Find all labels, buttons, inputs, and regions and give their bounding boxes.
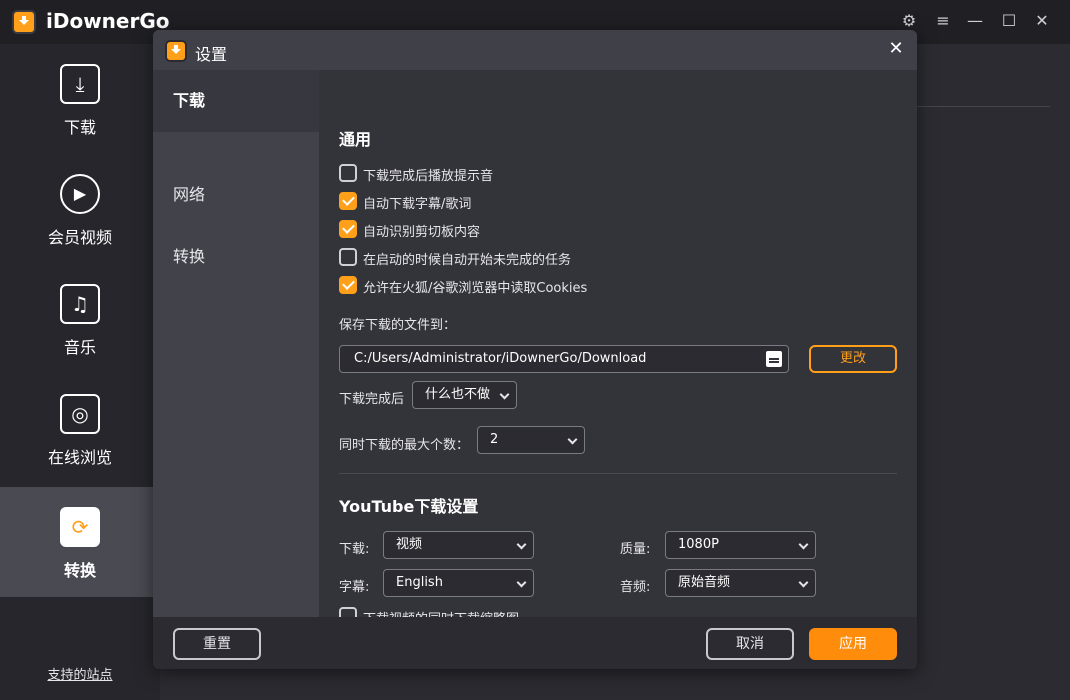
chevron-down-icon [798, 577, 809, 588]
folder-icon[interactable] [766, 351, 782, 367]
sidebar-item-label: 音乐 [63, 338, 96, 357]
chevron-down-icon [516, 577, 527, 588]
after-download-value: 什么也不做 [425, 387, 491, 402]
app-title: iDownerGo [46, 9, 170, 33]
supported-sites-link[interactable]: 支持的站点 [0, 664, 160, 683]
sidebar-item-label: 会员视频 [47, 228, 112, 247]
dialog-footer: 重置 取消 应用 [153, 617, 917, 669]
sidebar-item-convert[interactable]: ⟳ 转换 [0, 487, 160, 597]
section-divider [339, 473, 897, 474]
quality-label: 质量: [620, 542, 651, 557]
app-logo-icon [165, 40, 187, 62]
youtube-download-value: 视频 [396, 537, 423, 552]
gear-icon[interactable]: ⚙ [898, 10, 920, 32]
settings-tabs: 下载 网络 转换 [153, 70, 319, 617]
sidebar: ⤓ 下载 ▶ 会员视频 ♫ 音乐 ◎ 在线浏览 ⟳ 转换 支持的站点 [0, 44, 160, 700]
cancel-button[interactable]: 取消 [706, 628, 794, 660]
tab-network[interactable]: 网络 [153, 164, 319, 226]
max-downloads-select[interactable]: 2 [477, 426, 585, 454]
settings-content: 通用 下载完成后播放提示音 自动下载字幕/歌词 自动识别剪切板内容 在启动的时候… [319, 70, 917, 627]
section-title-general: 通用 [339, 130, 372, 149]
subtitle-select[interactable]: English [383, 569, 534, 597]
change-path-button[interactable]: 更改 [809, 345, 897, 373]
option-label: 在启动的时候自动开始未完成的任务 [363, 253, 572, 268]
chevron-down-icon [516, 539, 527, 550]
dialog-header: 设置 ✕ [153, 30, 917, 70]
chevron-down-icon [798, 539, 809, 550]
section-title-youtube: YouTube下载设置 [339, 497, 479, 516]
checkbox[interactable] [339, 248, 357, 266]
menu-icon[interactable]: ≡ [932, 10, 954, 32]
max-downloads-label: 同时下载的最大个数： [339, 438, 470, 453]
dialog-title: 设置 [195, 45, 228, 64]
sidebar-item-label: 转换 [63, 561, 96, 580]
divider [915, 106, 1050, 107]
download-icon: ⤓ [60, 64, 100, 104]
sidebar-item-download[interactable]: ⤓ 下载 [0, 44, 160, 154]
globe-icon: ◎ [60, 394, 100, 434]
close-icon[interactable]: ✕ [885, 38, 907, 60]
after-download-select[interactable]: 什么也不做 [412, 381, 517, 409]
audio-select[interactable]: 原始音频 [665, 569, 816, 597]
music-icon: ♫ [60, 284, 100, 324]
option-label: 自动识别剪切板内容 [363, 225, 481, 240]
tab-convert[interactable]: 转换 [153, 226, 319, 288]
quality-select[interactable]: 1080P [665, 531, 816, 559]
checkbox[interactable] [339, 276, 357, 294]
convert-icon: ⟳ [60, 507, 100, 547]
chevron-down-icon [499, 389, 510, 400]
after-download-label: 下载完成后 [339, 392, 405, 407]
sidebar-item-label: 在线浏览 [47, 448, 112, 467]
quality-value: 1080P [678, 537, 719, 552]
reset-button[interactable]: 重置 [173, 628, 261, 660]
sidebar-item-label: 下载 [63, 118, 96, 137]
subtitle-value: English [396, 575, 443, 590]
save-to-label: 保存下载的文件到： [339, 318, 457, 333]
checkbox[interactable] [339, 220, 357, 238]
settings-dialog: 设置 ✕ 下载 网络 转换 通用 下载完成后播放提示音 自动下载字幕/歌词 自动… [153, 30, 917, 669]
option-label: 允许在火狐/谷歌浏览器中读取Cookies [363, 281, 588, 296]
app-logo-icon [12, 10, 36, 34]
subtitle-label: 字幕: [339, 580, 370, 595]
save-path-input[interactable]: C:/Users/Administrator/iDownerGo/Downloa… [339, 345, 789, 373]
audio-value: 原始音频 [678, 575, 731, 590]
tab-download[interactable]: 下载 [153, 70, 319, 132]
sidebar-item-music[interactable]: ♫ 音乐 [0, 264, 160, 374]
maximize-icon[interactable]: ☐ [998, 10, 1020, 32]
sidebar-item-browse[interactable]: ◎ 在线浏览 [0, 374, 160, 484]
option-label: 下载完成后播放提示音 [363, 169, 494, 184]
sidebar-item-member-video[interactable]: ▶ 会员视频 [0, 154, 160, 264]
audio-label: 音频: [620, 580, 651, 595]
checkbox[interactable] [339, 164, 357, 182]
youtube-download-select[interactable]: 视频 [383, 531, 534, 559]
max-downloads-value: 2 [490, 432, 499, 447]
option-label: 自动下载字幕/歌词 [363, 197, 472, 212]
chevron-down-icon [567, 434, 578, 445]
play-icon: ▶ [60, 174, 100, 214]
apply-button[interactable]: 应用 [809, 628, 897, 660]
close-icon[interactable]: ✕ [1031, 10, 1053, 32]
checkbox[interactable] [339, 192, 357, 210]
youtube-download-label: 下载: [339, 542, 370, 557]
minimize-icon[interactable]: — [964, 10, 986, 32]
